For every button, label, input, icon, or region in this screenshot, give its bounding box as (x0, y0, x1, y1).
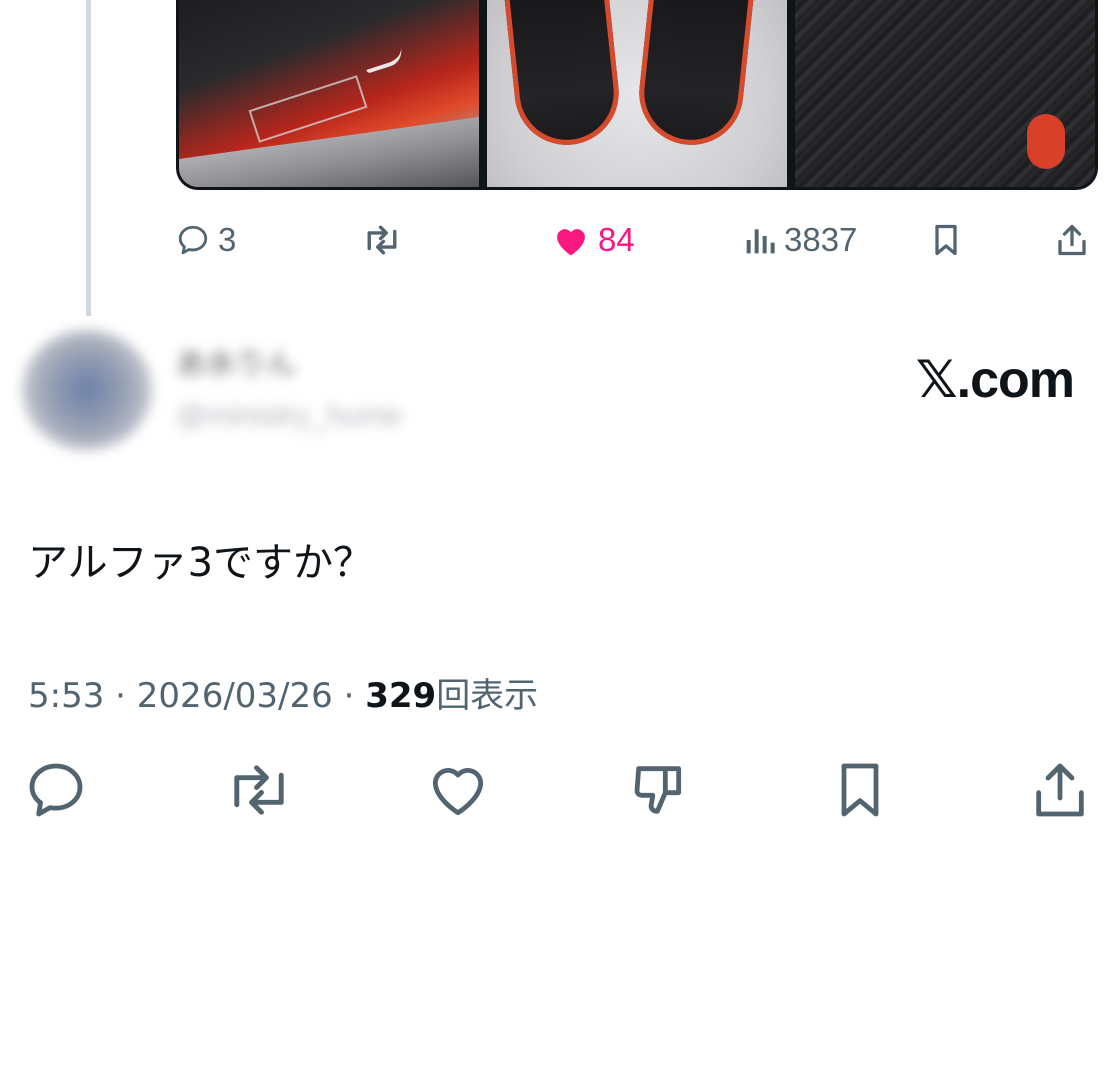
tweet-actions (0, 758, 1106, 822)
tweet-date[interactable]: 2026/03/26 (137, 676, 333, 716)
thumbs-down-icon (634, 766, 682, 814)
thread-connector-line (86, 0, 91, 316)
tweet-time: 5:53 (28, 676, 105, 716)
share-icon (1036, 763, 1084, 817)
shoe-tag (248, 75, 368, 143)
right-shoe (634, 0, 756, 150)
reply-icon (29, 763, 83, 817)
bookmark-icon (935, 224, 957, 256)
author-handle[interactable]: @ministry_hume (176, 398, 402, 434)
view-label: 回表示 (436, 676, 539, 716)
like-button[interactable] (426, 758, 490, 822)
bookmark-action[interactable] (928, 218, 964, 262)
share-icon (1058, 224, 1086, 256)
reply-button[interactable] (24, 758, 88, 822)
retweet-action[interactable] (360, 218, 404, 262)
heart-filled-icon (557, 229, 585, 256)
shoe-heel (1027, 114, 1065, 169)
like-action[interactable]: 84 (552, 218, 635, 262)
meta-separator: · (332, 676, 366, 716)
like-count: 84 (598, 221, 635, 258)
bookmark-icon (841, 763, 879, 817)
reply-action[interactable]: 3 (176, 218, 236, 262)
reply-count: 3 (218, 221, 237, 258)
avatar[interactable] (22, 330, 152, 450)
quoted-tweet-actions: 3 84 3837 (176, 218, 1098, 262)
views-count: 3837 (784, 221, 858, 258)
tweet-text: アルファ3ですか？ (28, 540, 374, 586)
share-button[interactable] (1028, 758, 1092, 822)
media-image-3[interactable] (795, 0, 1095, 187)
media-image-2[interactable] (487, 0, 787, 187)
views-icon (746, 229, 775, 254)
media-grid[interactable] (176, 0, 1098, 190)
share-action[interactable] (1054, 218, 1090, 262)
views-action[interactable]: 3837 (744, 218, 857, 262)
dislike-button[interactable] (628, 758, 692, 822)
media-image-1[interactable] (179, 0, 479, 187)
swoosh-logo (362, 46, 406, 74)
retweet-icon (234, 765, 284, 815)
retweet-icon (367, 225, 397, 255)
reply-icon (178, 225, 208, 255)
tweet-meta: 5:53 · 2026/03/26 · 329回表示 (28, 668, 538, 717)
heart-icon (432, 768, 484, 816)
brand-logo: 𝕏.com (915, 351, 1075, 409)
retweet-button[interactable] (222, 758, 296, 822)
meta-separator: · (104, 676, 137, 716)
left-shoe (502, 0, 624, 150)
author-name[interactable]: あ水りん (176, 348, 296, 382)
view-count: 329 (365, 676, 437, 716)
bookmark-button[interactable] (828, 758, 892, 822)
shoe-sole (179, 117, 479, 187)
